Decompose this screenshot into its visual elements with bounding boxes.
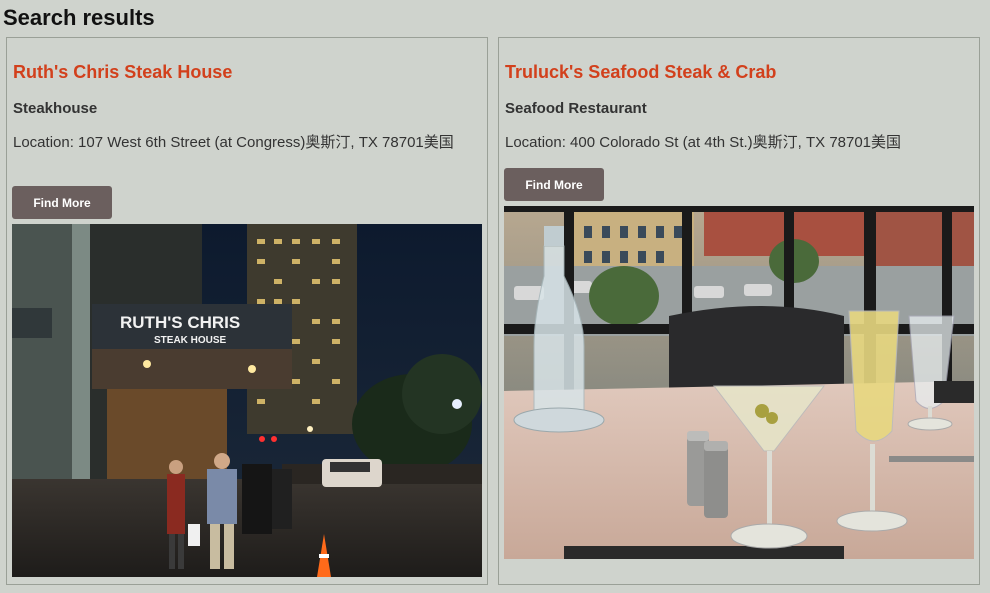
- find-more-button[interactable]: Find More: [504, 168, 604, 201]
- find-more-button[interactable]: Find More: [12, 186, 112, 219]
- result-category: Seafood Restaurant: [505, 100, 647, 117]
- result-category: Steakhouse: [13, 100, 98, 117]
- result-card-trulucks: Truluck's Seafood Steak & Crab Seafood R…: [498, 37, 980, 585]
- result-title[interactable]: Truluck's Seafood Steak & Crab: [505, 61, 776, 83]
- result-location: Location: 107 West 6th Street (at Congre…: [13, 134, 454, 151]
- sign-text: RUTH'S CHRIS: [120, 313, 240, 332]
- result-photo: RUTH'S CHRIS STEAK HOUSE: [12, 224, 482, 577]
- result-card-ruths-chris: Ruth's Chris Steak House Steakhouse Loca…: [6, 37, 488, 585]
- result-location: Location: 400 Colorado St (at 4th St.)奥斯…: [505, 134, 902, 151]
- sign-subtext: STEAK HOUSE: [154, 335, 227, 346]
- page-title: Search results: [3, 5, 155, 30]
- result-photo: [504, 206, 974, 559]
- result-title[interactable]: Ruth's Chris Steak House: [13, 61, 232, 83]
